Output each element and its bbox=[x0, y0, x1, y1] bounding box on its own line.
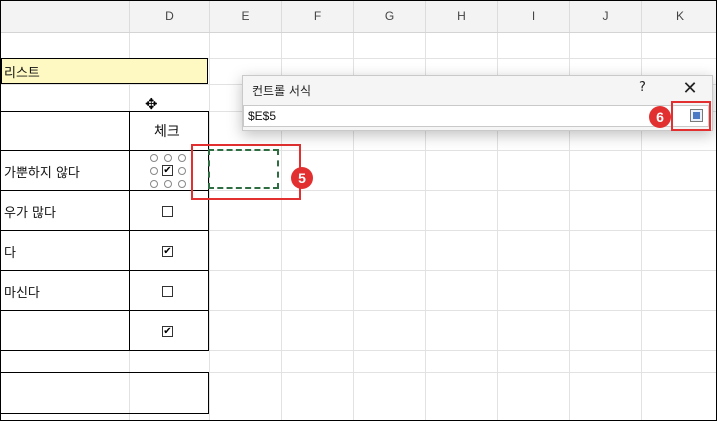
column-header-j[interactable]: J bbox=[569, 1, 641, 32]
callout-box-6 bbox=[671, 101, 711, 131]
resize-handle[interactable] bbox=[178, 167, 186, 175]
callout-badge-5: 5 bbox=[291, 167, 313, 189]
column-header-f[interactable]: F bbox=[281, 1, 353, 32]
cell-link-input[interactable]: $E$5 bbox=[243, 105, 709, 127]
callout-badge-6: 6 bbox=[649, 106, 671, 128]
resize-handle[interactable] bbox=[164, 180, 172, 188]
checkbox-row-1[interactable]: ✔ bbox=[162, 165, 173, 176]
column-header-c[interactable] bbox=[1, 1, 129, 32]
spreadsheet-window: D E F G H I J K 리스트 체크 가뿐하지 않다 우가 많다 다 마… bbox=[0, 0, 717, 421]
resize-handle[interactable] bbox=[178, 154, 186, 162]
checkbox-row-5[interactable]: ✔ bbox=[162, 326, 173, 337]
column-header-d[interactable]: D bbox=[129, 1, 209, 32]
dialog-title: 컨트롤 서식 bbox=[252, 84, 312, 98]
row-label-4: 마신다 bbox=[4, 286, 40, 301]
column-header-g[interactable]: G bbox=[353, 1, 425, 32]
resize-handle[interactable] bbox=[150, 167, 158, 175]
checkbox-row-3[interactable]: ✔ bbox=[162, 246, 173, 257]
callout-box-5 bbox=[191, 144, 301, 200]
close-button[interactable]: ✕ bbox=[679, 78, 701, 100]
row-label-1: 가뿐하지 않다 bbox=[4, 166, 80, 181]
move-cursor-icon: ✥ bbox=[145, 95, 158, 113]
column-header-e[interactable]: E bbox=[209, 1, 281, 32]
check-column-header: 체크 bbox=[154, 124, 180, 140]
resize-handle[interactable] bbox=[150, 180, 158, 188]
resize-handle[interactable] bbox=[164, 154, 172, 162]
help-button[interactable]: ? bbox=[639, 80, 646, 95]
row-label-2: 우가 많다 bbox=[4, 206, 56, 221]
checkbox-row-4[interactable] bbox=[162, 286, 173, 297]
resize-handle[interactable] bbox=[178, 180, 186, 188]
column-header-k[interactable]: K bbox=[641, 1, 716, 32]
column-header-h[interactable]: H bbox=[425, 1, 497, 32]
title-text: 리스트 bbox=[4, 66, 40, 81]
resize-handle[interactable] bbox=[150, 154, 158, 162]
format-control-dialog: 컨트롤 서식 ? ✕ $E$5 bbox=[242, 75, 713, 131]
row-label-3: 다 bbox=[4, 246, 16, 261]
column-header-i[interactable]: I bbox=[497, 1, 569, 32]
column-header-bar: D E F G H I J K bbox=[1, 1, 716, 33]
checkbox-row-2[interactable] bbox=[162, 206, 173, 217]
